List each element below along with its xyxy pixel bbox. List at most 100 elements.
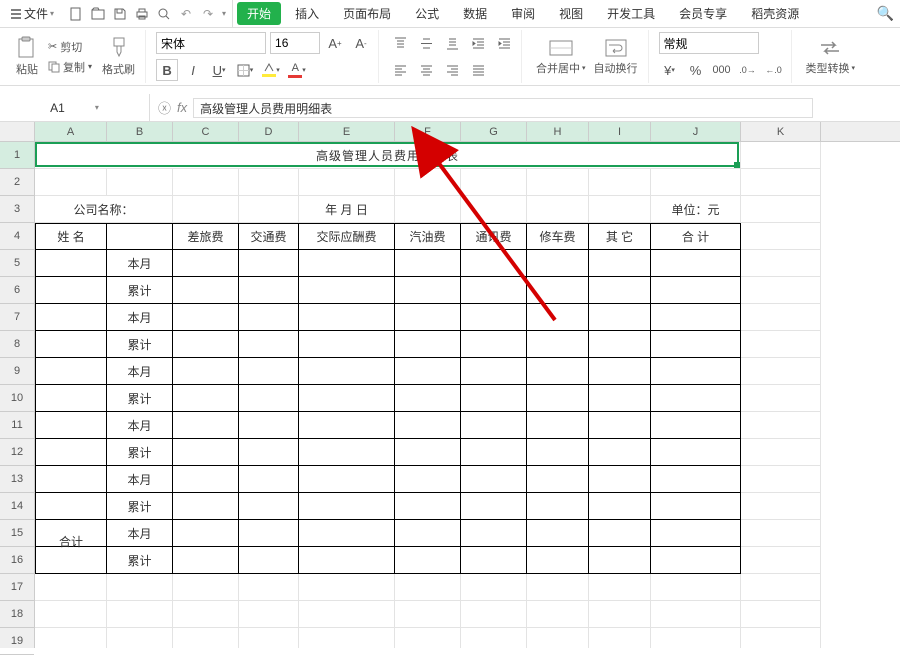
cell[interactable] (589, 358, 651, 385)
cell[interactable] (527, 466, 589, 493)
col-header[interactable]: C (173, 122, 239, 141)
font-color-button[interactable]: A▾ (286, 59, 308, 81)
cancel-icon[interactable]: ⓧ (158, 98, 171, 117)
cell[interactable] (299, 385, 395, 412)
tab-home[interactable]: 开始 (237, 2, 281, 25)
row-header[interactable]: 9 (0, 358, 34, 385)
cell[interactable]: 累计 (107, 493, 173, 520)
cell[interactable] (461, 250, 527, 277)
cell[interactable] (35, 250, 107, 277)
cell[interactable]: 高级管理人员费用明细表 (35, 142, 741, 169)
cell[interactable] (395, 520, 461, 547)
cell[interactable] (741, 493, 821, 520)
cell[interactable] (173, 628, 239, 648)
undo-icon[interactable]: ↶ (178, 6, 194, 22)
cell[interactable] (741, 142, 821, 169)
cell[interactable] (173, 574, 239, 601)
cell[interactable] (589, 385, 651, 412)
cell[interactable] (35, 358, 107, 385)
justify-icon[interactable] (467, 59, 489, 81)
cell[interactable] (173, 277, 239, 304)
cell[interactable] (741, 412, 821, 439)
cell[interactable] (651, 331, 741, 358)
cell[interactable] (239, 331, 299, 358)
cell[interactable] (651, 547, 741, 574)
cell[interactable]: 累计 (107, 439, 173, 466)
cell[interactable] (651, 520, 741, 547)
cell[interactable] (35, 628, 107, 648)
cell[interactable] (35, 493, 107, 520)
cell[interactable]: 其 它 (589, 223, 651, 250)
cell[interactable] (651, 493, 741, 520)
cell[interactable] (173, 520, 239, 547)
cell[interactable] (395, 466, 461, 493)
cell[interactable] (239, 547, 299, 574)
cell[interactable] (239, 250, 299, 277)
cell[interactable] (589, 628, 651, 648)
cell[interactable]: 修车费 (527, 223, 589, 250)
col-header[interactable]: B (107, 122, 173, 141)
cell[interactable] (651, 574, 741, 601)
format-painter-button[interactable]: 格式刷 (98, 36, 139, 77)
cell[interactable]: 差旅费 (173, 223, 239, 250)
cell[interactable] (527, 358, 589, 385)
cell[interactable] (395, 628, 461, 648)
cell[interactable] (651, 628, 741, 648)
cell[interactable] (395, 601, 461, 628)
cell[interactable] (741, 277, 821, 304)
cell[interactable] (299, 169, 395, 196)
cell[interactable] (461, 574, 527, 601)
cell[interactable] (527, 250, 589, 277)
cell[interactable] (173, 547, 239, 574)
cell[interactable] (589, 250, 651, 277)
cell[interactable] (299, 250, 395, 277)
cell[interactable] (299, 331, 395, 358)
decrease-decimal-icon[interactable]: ←.0 (763, 59, 785, 81)
cell[interactable] (461, 628, 527, 648)
cell[interactable]: 累计 (107, 331, 173, 358)
cell[interactable] (741, 331, 821, 358)
cell[interactable] (299, 574, 395, 601)
row-header[interactable]: 6 (0, 277, 34, 304)
cell[interactable] (239, 439, 299, 466)
row-header[interactable]: 14 (0, 493, 34, 520)
cell[interactable] (527, 277, 589, 304)
col-header[interactable]: F (395, 122, 461, 141)
col-header[interactable]: E (299, 122, 395, 141)
cell[interactable] (299, 520, 395, 547)
cell[interactable] (107, 601, 173, 628)
cell[interactable]: 累计 (107, 385, 173, 412)
cell[interactable] (173, 466, 239, 493)
tab-insert[interactable]: 插入 (285, 2, 329, 25)
col-header[interactable]: A (35, 122, 107, 141)
cell[interactable]: 单位：元 (651, 196, 741, 223)
cell[interactable] (741, 385, 821, 412)
merge-center-button[interactable]: 合并居中▾ (532, 37, 590, 76)
cell[interactable] (461, 331, 527, 358)
cell[interactable] (741, 358, 821, 385)
cell[interactable] (589, 277, 651, 304)
cell[interactable] (299, 277, 395, 304)
tab-member[interactable]: 会员专享 (669, 2, 737, 25)
row-header[interactable]: 17 (0, 574, 34, 601)
cell[interactable] (395, 412, 461, 439)
cell[interactable] (741, 304, 821, 331)
cell[interactable] (299, 304, 395, 331)
cell[interactable] (173, 304, 239, 331)
cell[interactable] (461, 385, 527, 412)
cell[interactable] (527, 331, 589, 358)
row-header[interactable]: 2 (0, 169, 34, 196)
cell[interactable] (651, 412, 741, 439)
cell[interactable] (239, 196, 299, 223)
row-header[interactable]: 5 (0, 250, 34, 277)
cell[interactable] (589, 196, 651, 223)
cell[interactable] (589, 439, 651, 466)
cut-button[interactable]: ✂剪切 (44, 38, 96, 56)
cell[interactable] (299, 439, 395, 466)
cell[interactable] (651, 169, 741, 196)
tab-review[interactable]: 审阅 (501, 2, 545, 25)
cell[interactable] (589, 466, 651, 493)
cell[interactable] (395, 358, 461, 385)
cell[interactable] (741, 574, 821, 601)
cell[interactable] (461, 412, 527, 439)
